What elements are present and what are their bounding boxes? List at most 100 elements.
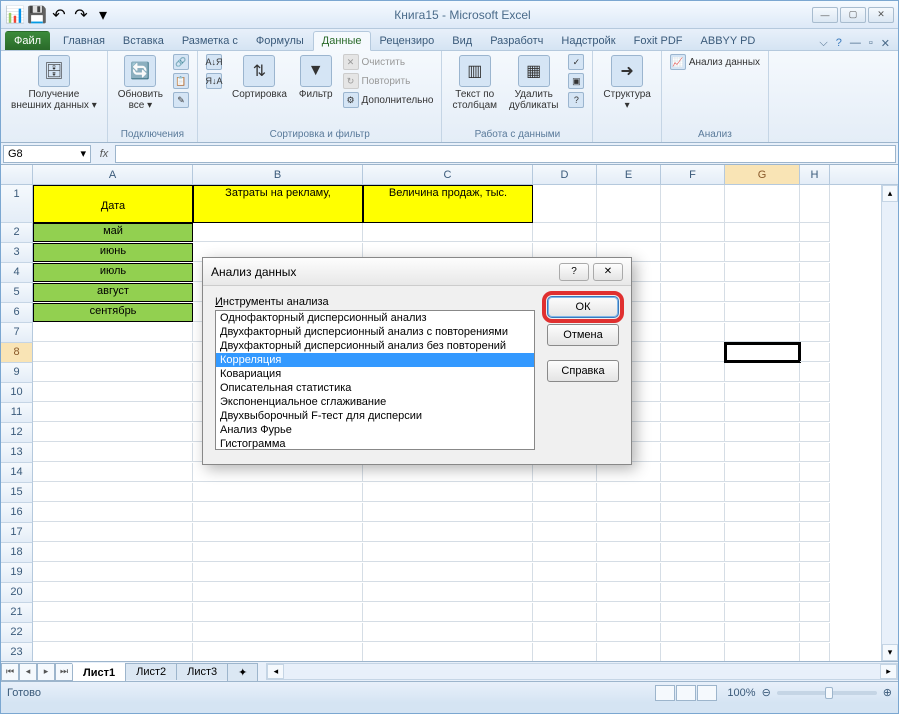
cell[interactable]	[661, 483, 725, 502]
redo-icon[interactable]: ↷	[71, 5, 91, 25]
row-header[interactable]: 2	[1, 223, 33, 243]
list-item[interactable]: Экспоненциальное сглаживание	[216, 395, 534, 409]
cell[interactable]	[661, 543, 725, 562]
cell[interactable]	[725, 383, 800, 402]
cell[interactable]	[533, 643, 597, 661]
cell[interactable]	[661, 323, 725, 342]
list-item[interactable]: Ковариация	[216, 367, 534, 381]
cell[interactable]	[725, 623, 800, 642]
consolidate-btn[interactable]: ▣	[566, 72, 586, 90]
tab-insert[interactable]: Вставка	[114, 31, 173, 50]
list-item[interactable]: Гистограмма	[216, 437, 534, 450]
list-item[interactable]: Двухфакторный дисперсионный анализ с пов…	[216, 325, 534, 339]
cell[interactable]: май	[33, 223, 193, 242]
cell[interactable]	[661, 283, 725, 302]
cell[interactable]	[661, 623, 725, 642]
cell[interactable]	[597, 643, 661, 661]
cell[interactable]	[363, 623, 533, 642]
outline-button[interactable]: ➜ Структура ▾	[599, 53, 654, 113]
cell[interactable]	[597, 503, 661, 522]
cell[interactable]	[725, 643, 800, 661]
row-header[interactable]: 9	[1, 363, 33, 383]
cell[interactable]	[800, 243, 830, 262]
row-header[interactable]: 16	[1, 503, 33, 523]
tab-view[interactable]: Вид	[443, 31, 481, 50]
cell[interactable]	[661, 443, 725, 462]
cell[interactable]	[800, 323, 830, 342]
cell[interactable]	[725, 343, 800, 362]
cell[interactable]	[193, 643, 363, 661]
cell[interactable]	[597, 483, 661, 502]
cell[interactable]	[725, 223, 800, 242]
cell[interactable]	[725, 423, 800, 442]
row-header[interactable]: 20	[1, 583, 33, 603]
cell[interactable]	[725, 603, 800, 622]
cell[interactable]	[725, 283, 800, 302]
cell[interactable]	[33, 343, 193, 362]
minimize-button[interactable]: —	[812, 7, 838, 23]
row-header[interactable]: 22	[1, 623, 33, 643]
cell[interactable]	[661, 263, 725, 282]
cell[interactable]	[33, 403, 193, 422]
cell[interactable]	[597, 523, 661, 542]
cell[interactable]	[800, 363, 830, 382]
name-box[interactable]: G8▾	[3, 145, 91, 163]
cell[interactable]	[661, 583, 725, 602]
cancel-button[interactable]: Отмена	[547, 324, 619, 346]
workbook-minimize-icon[interactable]: —	[850, 37, 861, 50]
cell[interactable]	[193, 543, 363, 562]
cell[interactable]	[193, 483, 363, 502]
cell[interactable]	[800, 503, 830, 522]
undo-icon[interactable]: ↶	[49, 5, 69, 25]
cell[interactable]	[597, 563, 661, 582]
row-header[interactable]: 1	[1, 185, 33, 223]
scroll-right-button[interactable]: ▸	[880, 664, 897, 679]
dialog-titlebar[interactable]: Анализ данных ? ✕	[203, 258, 631, 286]
tab-addins[interactable]: Надстройк	[552, 31, 624, 50]
cell[interactable]	[193, 223, 363, 242]
cell[interactable]	[193, 523, 363, 542]
row-header[interactable]: 18	[1, 543, 33, 563]
cell[interactable]	[725, 563, 800, 582]
column-header-C[interactable]: C	[363, 165, 533, 184]
normal-view-button[interactable]	[655, 685, 675, 701]
row-header[interactable]: 14	[1, 463, 33, 483]
cell[interactable]	[800, 463, 830, 482]
properties-btn[interactable]: 📋	[171, 72, 191, 90]
help-button[interactable]: Справка	[547, 360, 619, 382]
page-layout-view-button[interactable]	[676, 685, 696, 701]
cell[interactable]	[597, 223, 661, 242]
chevron-down-icon[interactable]: ▾	[80, 147, 86, 160]
row-header[interactable]: 6	[1, 303, 33, 323]
cell[interactable]	[363, 603, 533, 622]
clear-filter-button[interactable]: ✕Очистить	[341, 53, 436, 71]
cell[interactable]: Величина продаж, тыс.	[363, 185, 533, 223]
cell[interactable]	[661, 603, 725, 622]
cell[interactable]	[661, 343, 725, 362]
cell[interactable]	[800, 443, 830, 462]
cell[interactable]	[800, 383, 830, 402]
cell[interactable]	[800, 223, 830, 242]
list-item[interactable]: Двухвыборочный F-тест для дисперсии	[216, 409, 534, 423]
list-item[interactable]: Двухфакторный дисперсионный анализ без п…	[216, 339, 534, 353]
cell[interactable]	[193, 583, 363, 602]
cell[interactable]	[661, 403, 725, 422]
column-header-G[interactable]: G	[725, 165, 800, 184]
cell[interactable]	[725, 483, 800, 502]
cell[interactable]	[533, 623, 597, 642]
cell[interactable]: сентябрь	[33, 303, 193, 322]
row-header[interactable]: 13	[1, 443, 33, 463]
whatif-btn[interactable]: ?	[566, 91, 586, 109]
row-header[interactable]: 23	[1, 643, 33, 661]
workbook-restore-icon[interactable]: ▫	[869, 37, 873, 50]
formula-input[interactable]	[115, 145, 896, 163]
sheet-nav-first[interactable]: ⏮	[1, 663, 19, 681]
cell[interactable]	[800, 303, 830, 322]
reapply-button[interactable]: ↻Повторить	[341, 72, 436, 90]
connections-btn[interactable]: 🔗	[171, 53, 191, 71]
cell[interactable]	[661, 223, 725, 242]
cell[interactable]	[661, 463, 725, 482]
cell[interactable]	[800, 263, 830, 282]
sheet-tab-3[interactable]: Лист3	[176, 663, 228, 680]
cell[interactable]	[193, 503, 363, 522]
